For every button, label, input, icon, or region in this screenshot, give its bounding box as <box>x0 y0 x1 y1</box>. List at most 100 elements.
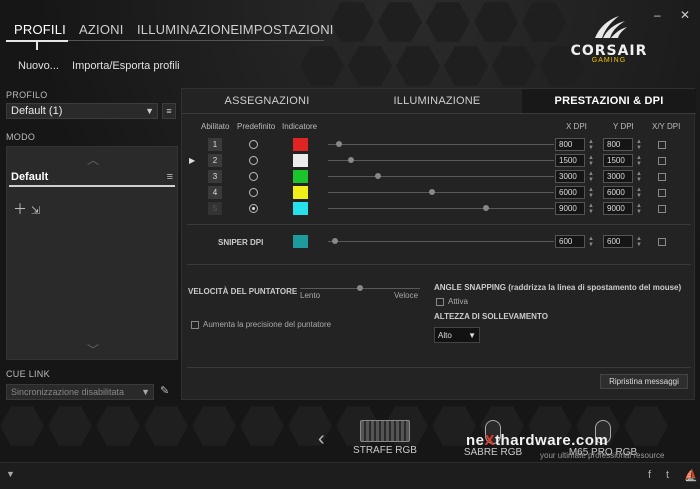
spin-icon[interactable]: ▲ ▼ <box>588 203 594 215</box>
dpi-row: 4 6000 ▲ ▼ 6000 ▲ ▼ <box>182 186 696 200</box>
indicator-color-swatch[interactable] <box>293 154 308 167</box>
divider <box>187 224 691 225</box>
dpi-slider[interactable] <box>328 173 554 179</box>
stage-number-button[interactable]: 2 <box>208 154 222 167</box>
xy-checkbox[interactable] <box>658 141 666 149</box>
default-radio[interactable] <box>249 188 258 197</box>
import-export-button[interactable]: Importa/Esporta profili <box>72 60 180 72</box>
sniper-ydpi-input[interactable]: 600 <box>603 235 633 248</box>
default-radio[interactable] <box>249 156 258 165</box>
dpi-slider[interactable] <box>328 157 554 163</box>
nav-tab-illuminazione[interactable]: ILLUMINAZIONE <box>137 22 239 37</box>
stage-number-button[interactable]: 4 <box>208 186 222 199</box>
twitter-icon[interactable]: t <box>666 469 669 481</box>
angle-snapping-checkbox[interactable] <box>436 298 444 306</box>
sniper-xy-checkbox[interactable] <box>658 238 666 246</box>
indicator-color-swatch[interactable] <box>293 202 308 215</box>
dpi-slider-knob[interactable] <box>374 173 381 179</box>
xy-checkbox[interactable] <box>658 157 666 165</box>
angle-snapping-title: ANGLE SNAPPING (raddrizza la linea di sp… <box>434 283 682 292</box>
indicator-color-swatch[interactable] <box>293 138 308 151</box>
dpi-slider[interactable] <box>328 205 554 211</box>
device-strafe[interactable]: STRAFE RGB <box>350 420 420 456</box>
spin-icon[interactable]: ▲ ▼ <box>588 236 594 248</box>
tab-illuminazione[interactable]: ILLUMINAZIONE <box>352 89 522 113</box>
minimize-button[interactable]: – <box>654 8 661 22</box>
xy-checkbox[interactable] <box>658 189 666 197</box>
dpi-slider-knob[interactable] <box>483 205 490 211</box>
nav-tab-impostazioni[interactable]: IMPOSTAZIONI <box>239 22 334 37</box>
xdpi-input[interactable]: 800 <box>555 138 585 151</box>
device-label: STRAFE RGB <box>353 445 417 456</box>
xdpi-input[interactable]: 3000 <box>555 170 585 183</box>
mode-item-default[interactable]: Default ≡ <box>9 169 175 187</box>
xdpi-input[interactable]: 1500 <box>555 154 585 167</box>
cue-link-select[interactable]: Sincronizzazione disabilitata ▼ <box>6 384 154 400</box>
default-radio[interactable] <box>249 204 258 213</box>
scroll-up-icon[interactable]: ︿ <box>87 151 99 168</box>
pointer-speed-slider[interactable] <box>300 285 420 291</box>
ydpi-input[interactable]: 1500 <box>603 154 633 167</box>
divider <box>187 367 691 368</box>
spin-icon[interactable]: ▲ ▼ <box>636 236 642 248</box>
collapse-icon[interactable]: ▼ <box>6 469 15 479</box>
spin-icon[interactable]: ▲ ▼ <box>588 171 594 183</box>
facebook-icon[interactable]: f <box>648 469 651 481</box>
dpi-slider[interactable] <box>328 189 554 195</box>
stage-number-button[interactable]: 3 <box>208 170 222 183</box>
dpi-slider-knob[interactable] <box>347 157 354 163</box>
xy-checkbox[interactable] <box>658 173 666 181</box>
default-radio[interactable] <box>249 172 258 181</box>
sniper-slider-knob[interactable] <box>331 238 338 244</box>
indicator-color-swatch[interactable] <box>293 170 308 183</box>
xy-checkbox[interactable] <box>658 205 666 213</box>
spin-icon[interactable]: ▲ ▼ <box>636 187 642 199</box>
new-profile-button[interactable]: Nuovo... <box>18 60 59 72</box>
corsair-sails-icon[interactable]: ⛵ <box>684 469 698 482</box>
dpi-row: 5 9000 ▲ ▼ 9000 ▲ ▼ <box>182 202 696 216</box>
mode-menu-icon[interactable]: ≡ <box>167 171 173 183</box>
tab-assegnazioni[interactable]: ASSEGNAZIONI <box>182 89 352 113</box>
reset-messages-button[interactable]: Ripristina messaggi <box>600 374 688 389</box>
lift-height-select[interactable]: Alto ▼ <box>434 327 480 343</box>
profile-label: PROFILO <box>6 90 48 100</box>
spin-icon[interactable]: ▲ ▼ <box>636 203 642 215</box>
scroll-down-icon[interactable]: ﹀ <box>87 341 99 358</box>
chevron-left-icon[interactable]: ‹ <box>318 428 325 451</box>
spin-icon[interactable]: ▲ ▼ <box>588 187 594 199</box>
precision-checkbox[interactable] <box>191 321 199 329</box>
spin-icon[interactable]: ▲ ▼ <box>588 155 594 167</box>
ydpi-input[interactable]: 9000 <box>603 202 633 215</box>
sniper-color-swatch[interactable] <box>293 235 308 248</box>
spin-icon[interactable]: ▲ ▼ <box>636 139 642 151</box>
dpi-slider-knob[interactable] <box>336 141 343 147</box>
close-button[interactable]: ✕ <box>680 8 690 22</box>
pointer-speed-knob[interactable] <box>357 285 363 291</box>
dpi-slider[interactable] <box>328 141 554 147</box>
default-radio[interactable] <box>249 140 258 149</box>
cue-link-value: Sincronizzazione disabilitata <box>11 387 125 397</box>
nav-tab-profili[interactable]: PROFILI <box>14 22 66 37</box>
stage-number-button[interactable]: 1 <box>208 138 222 151</box>
profile-menu-button[interactable]: ≡ <box>162 103 176 119</box>
col-xdpi: X DPI <box>566 122 587 131</box>
xdpi-input[interactable]: 9000 <box>555 202 585 215</box>
ydpi-input[interactable]: 800 <box>603 138 633 151</box>
nav-tab-azioni[interactable]: AZIONI <box>79 22 124 37</box>
profile-select[interactable]: Default (1) ▼ <box>6 103 158 119</box>
stage-number-button[interactable]: 5 <box>208 202 222 215</box>
spin-icon[interactable]: ▲ ▼ <box>588 139 594 151</box>
add-mode-icon[interactable]: ＋ <box>13 201 27 217</box>
ydpi-input[interactable]: 3000 <box>603 170 633 183</box>
spin-icon[interactable]: ▲ ▼ <box>636 155 642 167</box>
indicator-color-swatch[interactable] <box>293 186 308 199</box>
ydpi-input[interactable]: 6000 <box>603 186 633 199</box>
dpi-slider-knob[interactable] <box>428 189 435 195</box>
tab-prestazioni-dpi[interactable]: PRESTAZIONI & DPI <box>522 89 696 113</box>
spin-icon[interactable]: ▲ ▼ <box>636 171 642 183</box>
xdpi-input[interactable]: 6000 <box>555 186 585 199</box>
import-mode-icon[interactable]: ⇲ <box>31 205 40 217</box>
pencil-icon[interactable]: ✎ <box>160 384 169 397</box>
sniper-xdpi-input[interactable]: 600 <box>555 235 585 248</box>
sniper-slider[interactable] <box>328 238 554 244</box>
